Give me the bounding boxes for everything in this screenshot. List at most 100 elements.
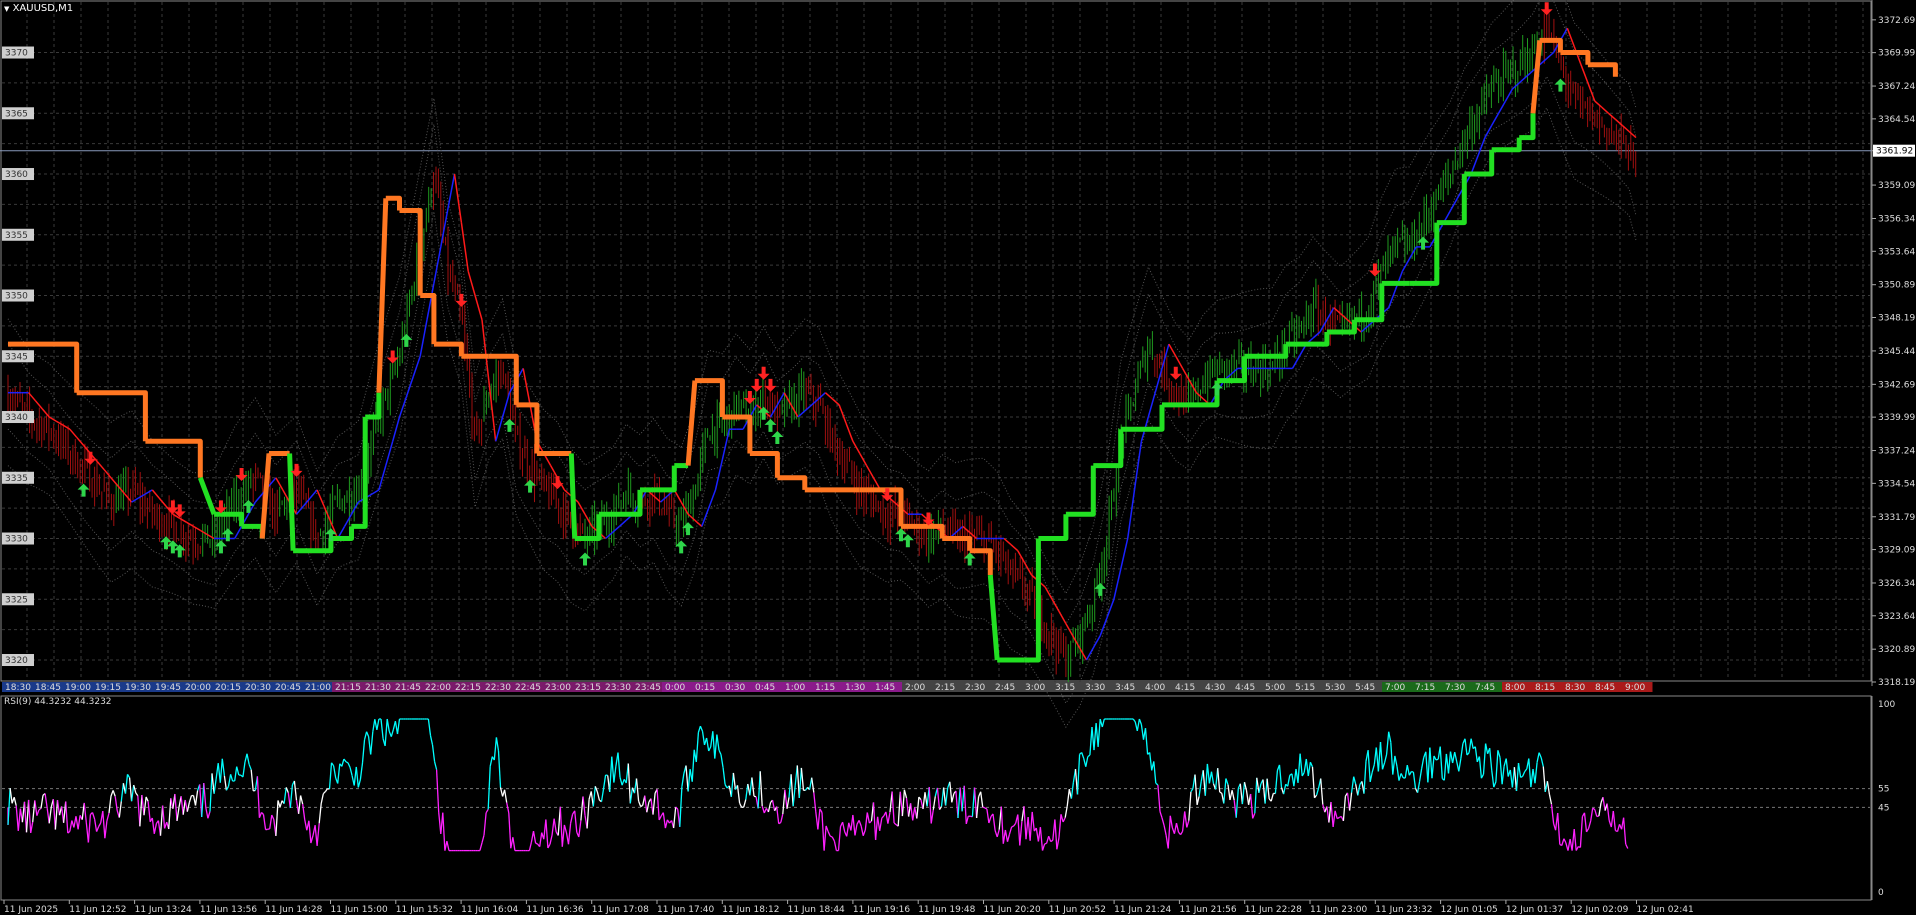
price-tick-label: 3372.69 <box>1878 16 1915 26</box>
session-time-label: 4:15 <box>1175 683 1195 693</box>
rsi-segment <box>1411 770 1414 773</box>
chart-title: XAUUSD,M1 <box>12 3 74 14</box>
time-tick-label: 11 Jun 17:08 <box>592 905 649 915</box>
session-time-label: 0:45 <box>755 683 775 693</box>
price-tick-label: 3342.69 <box>1878 380 1915 390</box>
time-tick-label: 11 Jun 21:56 <box>1179 905 1236 915</box>
session-time-label: 23:15 <box>575 683 601 693</box>
session-time-label: 22:30 <box>485 683 511 693</box>
rsi-axis-label: 45 <box>1878 803 1889 813</box>
left-price-label: 3335 <box>5 474 28 484</box>
session-time-label: 2:30 <box>965 683 985 693</box>
time-tick-label: 12 Jun 01:37 <box>1506 905 1563 915</box>
time-tick-label: 12 Jun 02:09 <box>1571 905 1628 915</box>
rsi-axis-label: 0 <box>1878 888 1884 898</box>
supertrend-flip <box>568 453 578 539</box>
chevron-down-icon[interactable]: ▼ <box>4 5 9 13</box>
time-tick-label: 11 Jun 15:32 <box>396 905 453 915</box>
time-tick-label: 11 Jun 18:12 <box>722 905 779 915</box>
left-price-label: 3350 <box>5 292 28 302</box>
left-price-label: 3325 <box>5 595 28 605</box>
session-time-label: 1:00 <box>785 683 805 693</box>
price-tick-label: 3367.24 <box>1878 82 1915 92</box>
time-tick-label: 11 Jun 2025 <box>4 905 58 915</box>
current-price-label: 3361.92 <box>1876 147 1913 157</box>
session-time-label: 3:00 <box>1025 683 1045 693</box>
session-time-label: 1:45 <box>875 683 895 693</box>
symbol-label[interactable]: ▼ XAUUSD,M1 <box>4 3 73 14</box>
time-tick-label: 11 Jun 13:24 <box>135 905 192 915</box>
price-tick-label: 3364.54 <box>1878 115 1915 125</box>
time-tick-label: 11 Jun 16:36 <box>526 905 583 915</box>
time-tick-label: 11 Jun 17:40 <box>657 905 714 915</box>
session-time-label: 8:00 <box>1505 683 1525 693</box>
session-time-label: 7:30 <box>1445 683 1465 693</box>
time-tick-label: 11 Jun 21:24 <box>1114 905 1171 915</box>
left-price-label: 3330 <box>5 535 28 545</box>
session-time-label: 22:00 <box>425 683 451 693</box>
rsi-segment <box>753 795 757 798</box>
session-time-label: 8:15 <box>1535 683 1555 693</box>
time-tick-label: 11 Jun 18:44 <box>788 905 845 915</box>
left-price-label: 3360 <box>5 170 28 180</box>
session-time-label: 9:00 <box>1625 683 1645 693</box>
price-tick-label: 3348.19 <box>1878 314 1915 324</box>
session-time-label: 3:45 <box>1115 683 1135 693</box>
session-time-label: 2:15 <box>935 683 955 693</box>
price-tick-label: 3331.79 <box>1878 513 1915 523</box>
left-price-label: 3340 <box>5 413 28 423</box>
rsi-segment <box>1435 758 1439 761</box>
session-time-bar: 18:30 18:45 19:00 19:15 19:30 19:45 20:00 20:15… <box>2 682 1653 693</box>
session-time-label: 20:45 <box>275 683 301 693</box>
session-time-label: 21:15 <box>335 683 361 693</box>
price-tick-label: 3337.24 <box>1878 447 1915 457</box>
price-tick-label: 3320.89 <box>1878 645 1915 655</box>
session-time-label: 0:00 <box>665 683 685 693</box>
session-time-label: 23:30 <box>605 683 631 693</box>
price-tick-label: 3356.34 <box>1878 214 1915 224</box>
session-time-label: 4:30 <box>1205 683 1225 693</box>
trading-chart[interactable]: 3372.69 3369.99 3367.24 3364.54 3361.92 3359.… <box>0 0 1916 915</box>
price-tick-label: 3339.99 <box>1878 413 1915 423</box>
price-tick-label: 3350.89 <box>1878 281 1915 291</box>
rsi-segment <box>1011 825 1014 828</box>
time-tick-label: 11 Jun 23:00 <box>1310 905 1367 915</box>
price-tick-label: 3323.64 <box>1878 612 1915 622</box>
left-price-label: 3365 <box>5 109 28 119</box>
time-tick-label: 11 Jun 23:32 <box>1375 905 1432 915</box>
session-time-label: 3:15 <box>1055 683 1075 693</box>
session-time-label: 4:00 <box>1145 683 1165 693</box>
supertrend-flip <box>287 453 296 551</box>
session-time-label: 19:00 <box>65 683 91 693</box>
session-time-label: 19:30 <box>125 683 151 693</box>
session-time-label: 5:15 <box>1295 683 1315 693</box>
rsi-segment <box>829 835 833 838</box>
rsi-axis-label: 100 <box>1878 700 1895 710</box>
rsi-segment <box>1044 842 1047 845</box>
time-tick-label: 11 Jun 22:28 <box>1245 905 1302 915</box>
session-time-label: 5:00 <box>1265 683 1285 693</box>
time-tick-label: 11 Jun 15:00 <box>331 905 388 915</box>
session-time-label: 5:30 <box>1325 683 1345 693</box>
time-tick-label: 11 Jun 19:16 <box>853 905 910 915</box>
rsi-segment <box>345 761 349 764</box>
session-time-label: 7:45 <box>1475 683 1495 693</box>
price-tick-label: 3334.54 <box>1878 479 1915 489</box>
session-time-label: 22:45 <box>515 683 541 693</box>
rsi-segment <box>535 842 538 845</box>
price-tick-label: 3326.34 <box>1878 579 1915 589</box>
session-time-label: 21:45 <box>395 683 421 693</box>
rsi-segment <box>1596 815 1600 818</box>
time-tick-label: 11 Jun 16:04 <box>461 905 518 915</box>
session-time-label: 20:15 <box>215 683 241 693</box>
price-tick-label: 3359.09 <box>1878 181 1915 191</box>
session-time-label: 18:45 <box>35 683 61 693</box>
time-tick-label: 11 Jun 13:56 <box>200 905 257 915</box>
rsi-indicator-label: RSI(9) 44.3232 44.3232 <box>4 697 112 707</box>
session-time-label: 8:30 <box>1565 683 1585 693</box>
time-tick-label: 12 Jun 02:41 <box>1637 905 1694 915</box>
session-time-label: 4:45 <box>1235 683 1255 693</box>
price-tick-label: 3353.64 <box>1878 247 1915 257</box>
left-price-label: 3370 <box>5 49 28 59</box>
time-tick-label: 11 Jun 20:20 <box>984 905 1041 915</box>
